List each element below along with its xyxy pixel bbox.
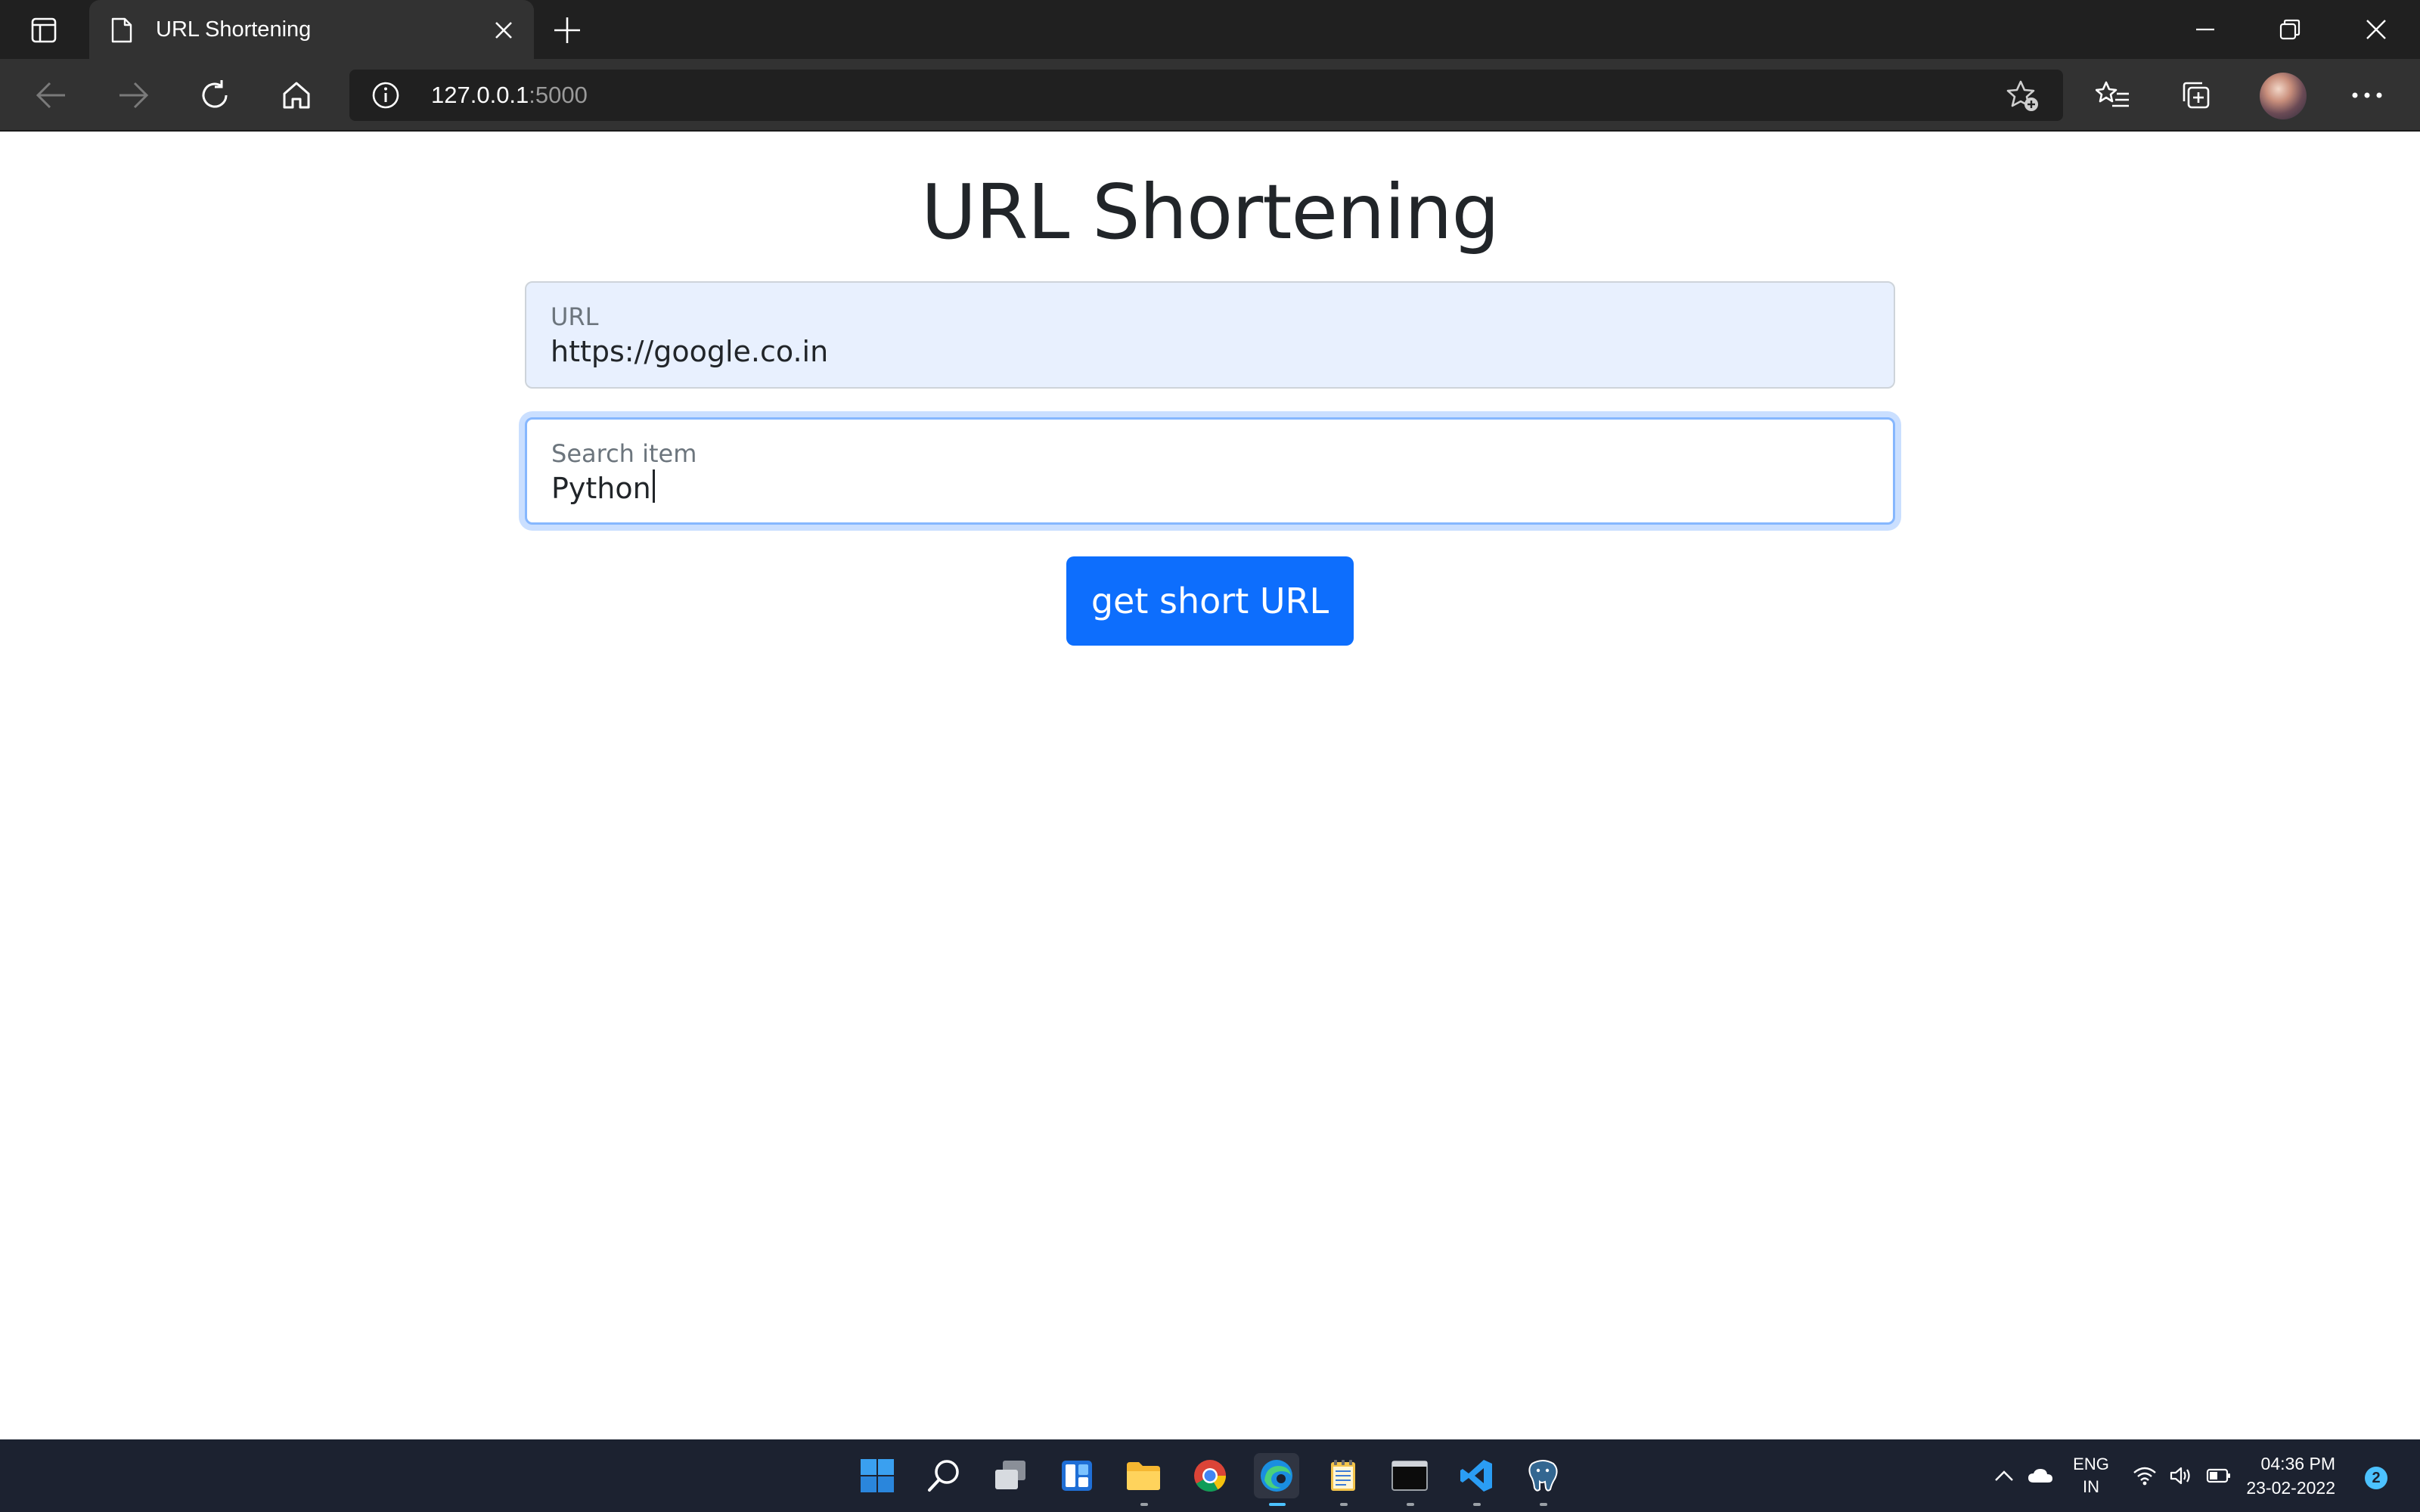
widgets-icon (1062, 1461, 1092, 1491)
address-bar[interactable]: 127.0.0.1:5000 (349, 70, 2063, 121)
favorites-icon (2096, 81, 2129, 107)
plus-icon (554, 17, 580, 43)
wifi-icon (2133, 1467, 2156, 1486)
search-icon (928, 1460, 959, 1492)
active-tab[interactable]: URL Shortening (89, 0, 534, 59)
clock-time: 04:36 PM (2260, 1454, 2335, 1473)
active-indicator (1269, 1503, 1286, 1506)
restore-icon (2279, 19, 2301, 40)
refresh-icon (202, 80, 228, 108)
browser-toolbar: 127.0.0.1:5000 (0, 59, 2420, 132)
page-content: URL Shortening URL https://google.co.in … (0, 133, 2420, 1439)
taskbar: ENG IN 04:36 PM 23-02-2022 2 (0, 1439, 2420, 1512)
language-region: IN (2083, 1477, 2099, 1496)
settings-more-button[interactable] (2343, 74, 2391, 116)
minimize-button[interactable] (2175, 8, 2235, 51)
tab-actions-button[interactable] (15, 12, 73, 48)
battery-button[interactable] (2202, 1439, 2235, 1512)
running-indicator (1473, 1503, 1481, 1506)
collections-icon (2183, 82, 2210, 109)
browser-tab-bar: URL Shortening (0, 0, 2420, 59)
file-explorer-button[interactable] (1121, 1453, 1166, 1506)
site-info-icon[interactable] (371, 80, 401, 110)
text-caret (652, 469, 655, 503)
terminal-button[interactable] (1387, 1453, 1432, 1506)
home-button[interactable] (272, 74, 321, 116)
more-icon (2352, 92, 2382, 98)
chrome-button[interactable] (1187, 1453, 1233, 1498)
page-icon (111, 17, 132, 43)
vscode-icon (1460, 1460, 1492, 1492)
postgresql-button[interactable] (1520, 1453, 1565, 1506)
address-port: :5000 (529, 82, 588, 108)
running-indicator (1340, 1503, 1348, 1506)
notification-badge[interactable]: 2 (2365, 1467, 2387, 1489)
edge-icon (1261, 1460, 1292, 1492)
arrow-left-icon (36, 82, 65, 109)
input-language[interactable]: ENG IN (2069, 1453, 2113, 1498)
volume-button[interactable] (2166, 1439, 2196, 1512)
profile-avatar[interactable] (2260, 73, 2307, 119)
edge-button[interactable] (1254, 1453, 1299, 1506)
volume-icon (2170, 1467, 2190, 1485)
url-field[interactable]: URL https://google.co.in (525, 281, 1895, 389)
battery-icon (2206, 1468, 2230, 1483)
url-field-label: URL (551, 302, 599, 331)
tab-close-button[interactable] (489, 15, 519, 45)
show-hidden-icons-button[interactable] (1989, 1439, 2019, 1512)
minimize-icon (2196, 28, 2214, 31)
search-item-value: Python (551, 472, 651, 505)
new-tab-button[interactable] (546, 12, 588, 48)
search-item-label: Search item (551, 439, 697, 468)
url-field-value[interactable]: https://google.co.in (551, 333, 828, 370)
running-indicator (1407, 1503, 1414, 1506)
refresh-button[interactable] (191, 74, 239, 116)
address-url: 127.0.0.1:5000 (431, 80, 588, 110)
notepad-button[interactable] (1320, 1453, 1366, 1506)
task-view-icon (995, 1461, 1025, 1489)
tab-title: URL Shortening (156, 17, 312, 42)
cloud-icon (2028, 1469, 2052, 1483)
get-short-url-button[interactable]: get short URL (1066, 556, 1354, 646)
back-button[interactable] (27, 74, 76, 116)
wifi-button[interactable] (2130, 1439, 2160, 1512)
postgresql-icon (1528, 1460, 1558, 1492)
tab-actions-icon (31, 17, 57, 43)
vscode-button[interactable] (1454, 1453, 1499, 1506)
address-host: 127.0.0.1 (431, 82, 529, 108)
search-item-field[interactable]: Search item Python (525, 417, 1895, 525)
arrow-right-icon (119, 82, 149, 109)
close-icon (495, 22, 512, 39)
taskbar-search-button[interactable] (921, 1453, 966, 1498)
running-indicator (1140, 1503, 1148, 1506)
onedrive-button[interactable] (2024, 1439, 2057, 1512)
system-clock[interactable]: 04:36 PM 23-02-2022 (2246, 1452, 2335, 1500)
close-icon (2366, 20, 2386, 39)
chrome-icon (1194, 1460, 1226, 1492)
language-code: ENG (2073, 1455, 2109, 1473)
clock-date: 23-02-2022 (2246, 1478, 2335, 1498)
file-explorer-icon (1127, 1462, 1160, 1490)
restore-button[interactable] (2260, 8, 2320, 51)
search-item-input[interactable]: Python (551, 469, 655, 507)
chevron-up-icon (1995, 1470, 2013, 1481)
terminal-icon (1392, 1461, 1428, 1491)
close-window-button[interactable] (2346, 8, 2406, 51)
notepad-icon (1331, 1460, 1355, 1491)
forward-button[interactable] (109, 74, 157, 116)
task-view-button[interactable] (988, 1453, 1033, 1498)
add-favorite-icon[interactable] (2006, 79, 2040, 113)
favorites-button[interactable] (2089, 74, 2137, 116)
running-indicator (1540, 1503, 1547, 1506)
start-icon (861, 1459, 894, 1492)
collections-button[interactable] (2172, 74, 2220, 116)
widgets-button[interactable] (1054, 1453, 1100, 1498)
page-title: URL Shortening (920, 168, 1500, 256)
home-icon (283, 82, 310, 109)
start-button[interactable] (855, 1453, 900, 1498)
